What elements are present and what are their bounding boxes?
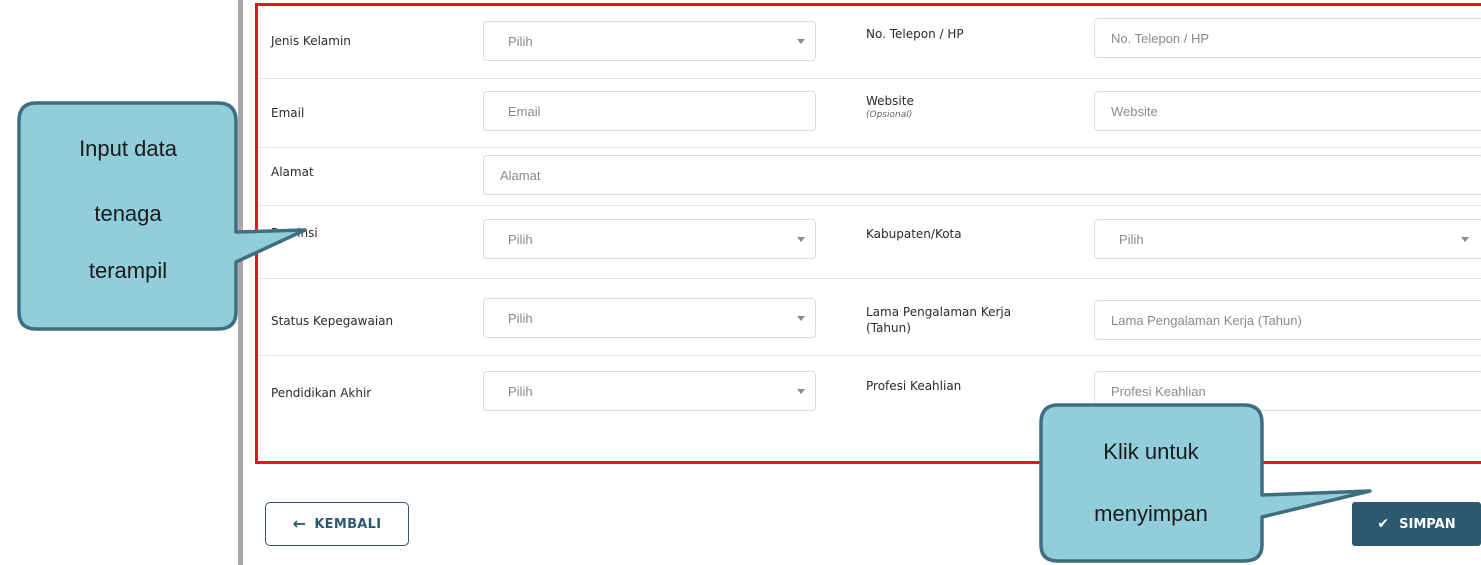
email-placeholder: Email: [508, 103, 541, 119]
arrow-left-icon: ←: [292, 514, 307, 533]
provinsi-select-value: Pilih: [508, 231, 533, 247]
chevron-down-icon: [797, 316, 805, 321]
lama-pengalaman-label: Lama Pengalaman Kerja: [866, 305, 1012, 319]
alamat-placeholder: Alamat: [500, 167, 541, 183]
row-separator: [258, 78, 1481, 79]
kabupaten-select-value: Pilih: [1119, 231, 1144, 247]
save-callout-line-1: Klik untuk: [1103, 439, 1199, 464]
no-telepon-input[interactable]: No. Telepon / HP: [1094, 18, 1481, 58]
save-callout: Klik untuk menyimpan: [1039, 403, 1372, 563]
status-kepegawaian-select[interactable]: Pilih: [483, 298, 816, 338]
jenis-kelamin-select[interactable]: Pilih: [483, 21, 816, 61]
save-button-label: SIMPAN: [1399, 516, 1456, 532]
chevron-down-icon: [1461, 237, 1469, 242]
row-separator: [258, 147, 1481, 148]
input-callout-line-2: tenaga: [94, 201, 162, 226]
website-input[interactable]: Website: [1094, 91, 1481, 131]
row-separator: [258, 205, 1481, 206]
row-separator: [258, 355, 1481, 356]
kabupaten-label: Kabupaten/Kota: [866, 227, 962, 241]
no-telepon-label: No. Telepon / HP: [866, 27, 964, 41]
website-optional-note: (Opsional): [866, 110, 913, 120]
input-callout: Input data tenaga terampil: [17, 101, 307, 331]
pendidikan-akhir-label: Pendidikan Akhir: [271, 386, 372, 400]
pendidikan-akhir-select-value: Pilih: [508, 383, 533, 399]
email-input[interactable]: Email: [483, 91, 816, 131]
back-button-label: KEMBALI: [314, 516, 382, 532]
chevron-down-icon: [797, 237, 805, 242]
lama-pengalaman-label-unit: (Tahun): [866, 321, 911, 335]
jenis-kelamin-select-value: Pilih: [508, 33, 533, 49]
website-label: Website: [866, 94, 914, 108]
input-callout-line-1: Input data: [79, 136, 178, 161]
provinsi-select[interactable]: Pilih: [483, 219, 816, 259]
kabupaten-select[interactable]: Pilih: [1094, 219, 1481, 259]
website-placeholder: Website: [1111, 103, 1158, 119]
chevron-down-icon: [797, 39, 805, 44]
lama-pengalaman-input[interactable]: Lama Pengalaman Kerja (Tahun): [1094, 300, 1481, 340]
pendidikan-akhir-select[interactable]: Pilih: [483, 371, 816, 411]
input-callout-line-3: terampil: [89, 258, 167, 283]
status-kepegawaian-select-value: Pilih: [508, 310, 533, 326]
lama-pengalaman-placeholder: Lama Pengalaman Kerja (Tahun): [1111, 312, 1302, 328]
save-callout-line-2: menyimpan: [1094, 501, 1208, 526]
no-telepon-placeholder: No. Telepon / HP: [1111, 30, 1210, 46]
back-button[interactable]: ← KEMBALI: [265, 502, 409, 546]
row-separator: [258, 278, 1481, 279]
alamat-input[interactable]: Alamat: [483, 155, 1481, 195]
profesi-keahlian-label: Profesi Keahlian: [866, 379, 962, 393]
chevron-down-icon: [797, 389, 805, 394]
